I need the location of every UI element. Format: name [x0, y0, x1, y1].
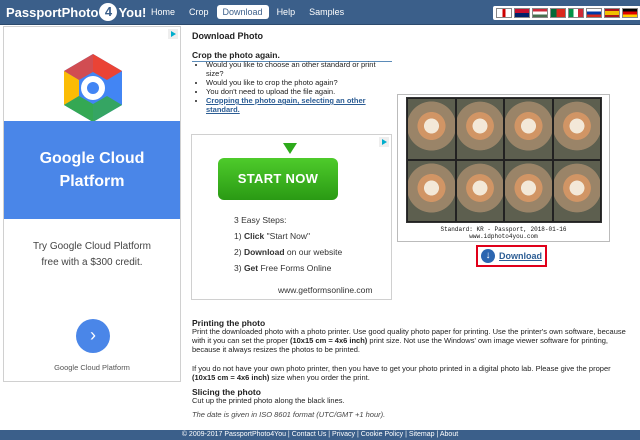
copyright: © 2009-2017 PassportPhoto4You	[181, 431, 286, 438]
flag-it-icon[interactable]	[568, 8, 584, 18]
photo-caption: Standard: KR - Passport, 2018-01-16 www.…	[398, 226, 609, 240]
list-item: Would you like to choose an other standa…	[206, 60, 381, 78]
footer-link-sitemap[interactable]: Sitemap	[409, 431, 435, 438]
flag-ru-icon[interactable]	[586, 8, 602, 18]
flag-uk-icon[interactable]	[514, 8, 530, 18]
nav-samples[interactable]: Samples	[303, 5, 350, 19]
step-3: 3) Get Free Forms Online	[234, 260, 342, 276]
ad-footer: Google Cloud Platform	[54, 363, 130, 372]
flag-pt-icon[interactable]	[550, 8, 566, 18]
list-item: Cropping the photo again, selecting an o…	[206, 96, 381, 114]
slicing-text: Cut up the printed photo along the black…	[192, 396, 345, 405]
footer-link-contact[interactable]: Contact Us	[292, 431, 327, 438]
passport-photo	[504, 98, 553, 160]
ad-headline-line1: Google Cloud	[39, 150, 145, 167]
ad-steps: 3 Easy Steps: 1) Click "Start Now" 2) Do…	[234, 212, 342, 276]
nav-home[interactable]: Home	[145, 5, 181, 19]
nav-help[interactable]: Help	[271, 5, 302, 19]
crop-again-link[interactable]: Cropping the photo again, selecting an o…	[206, 96, 366, 114]
printing-paragraph-1: Print the downloaded photo with a photo …	[192, 327, 632, 354]
arrow-down-icon	[283, 143, 297, 154]
footer-link-privacy[interactable]: Privacy	[332, 431, 355, 438]
list-item: Would you like to crop the photo again?	[206, 78, 381, 87]
passport-photo	[504, 160, 553, 222]
print-size-bold: (10x15 cm = 4x6 inch)	[289, 336, 368, 345]
photo-caption-line2: www.idphoto4you.com	[469, 233, 538, 240]
logo-text-left: PassportPhoto	[6, 4, 99, 20]
chevron-right-icon: ›	[90, 325, 96, 345]
step-num: 3)	[234, 263, 242, 273]
language-flags	[493, 6, 640, 20]
flag-es-icon[interactable]	[604, 8, 620, 18]
ad-body: Try Google Cloud Platform free with a $3…	[4, 239, 180, 271]
step-bold: Get	[243, 263, 259, 273]
passport-photo	[407, 160, 456, 222]
ad-google-cloud[interactable]: Google Cloud Platform Try Google Cloud P…	[3, 26, 181, 382]
start-now-button[interactable]: START NOW	[218, 158, 338, 200]
ad-body-line1: Try Google Cloud Platform	[32, 241, 151, 252]
download-button[interactable]: ↓ Download	[476, 245, 547, 267]
step-bold: Click	[243, 231, 265, 241]
page-title: Download Photo	[192, 31, 263, 41]
ad-body-line2: free with a $300 credit.	[41, 257, 143, 268]
passport-photo	[407, 98, 456, 160]
flag-hu-icon[interactable]	[532, 8, 548, 18]
logo-four: 4	[99, 3, 118, 21]
passport-photo	[552, 98, 601, 160]
nav-crop[interactable]: Crop	[183, 5, 215, 19]
steps-title: 3 Easy Steps:	[234, 215, 287, 225]
printing-paragraph-2: If you do not have your own photo printe…	[192, 364, 632, 382]
step-rest: on our website	[284, 247, 343, 257]
passport-photo	[552, 160, 601, 222]
flag-de-icon[interactable]	[622, 8, 638, 18]
adchoices-icon[interactable]	[168, 29, 178, 39]
site-logo[interactable]: PassportPhoto 4 You!	[6, 2, 146, 22]
text-span: size when you order the print.	[269, 373, 370, 382]
download-label: Download	[499, 251, 542, 261]
passport-photo	[455, 98, 504, 160]
footer-link-cookie[interactable]: Cookie Policy	[361, 431, 403, 438]
step-rest: Free Forms Online	[258, 263, 332, 273]
passport-photo	[455, 160, 504, 222]
step-bold: Download	[243, 247, 285, 257]
photo-caption-line1: Standard: KR - Passport, 2018-01-16	[440, 226, 567, 233]
text-span: If you do not have your own photo printe…	[192, 364, 611, 373]
photo-sheet	[406, 97, 602, 223]
step-num: 1)	[234, 231, 242, 241]
step-rest: "Start Now"	[264, 231, 310, 241]
crop-options-list: Would you like to choose an other standa…	[206, 60, 381, 114]
step-2: 2) Download on our website	[234, 244, 342, 260]
logo-text-right: You!	[118, 4, 147, 20]
ad-headline: Google Cloud Platform	[4, 121, 180, 219]
step-1: 1) Click "Start Now"	[234, 228, 342, 244]
adchoices-icon[interactable]	[379, 137, 389, 147]
nav-download[interactable]: Download	[216, 5, 269, 19]
page-footer: © 2009-2017 PassportPhoto4You | Contact …	[0, 430, 640, 440]
ad-url: www.getformsonline.com	[278, 285, 373, 295]
top-navbar: PassportPhoto 4 You! Home Crop Download He…	[0, 0, 640, 25]
main-nav: Home Crop Download Help Samples	[145, 5, 350, 19]
google-cloud-logo-icon	[64, 54, 122, 122]
list-item: You don't need to upload the file again.	[206, 87, 381, 96]
step-num: 2)	[234, 247, 242, 257]
date-note: The date is given in ISO 8601 format (UT…	[192, 410, 386, 419]
ad-headline-line2: Platform	[59, 173, 125, 190]
print-size-bold: (10x15 cm = 4x6 inch)	[192, 373, 270, 382]
download-arrow-icon: ↓	[481, 249, 495, 263]
ad-getformsonline[interactable]: START NOW 3 Easy Steps: 1) Click "Start …	[191, 134, 392, 300]
ad-go-button[interactable]: ›	[76, 319, 110, 353]
photo-preview: Standard: KR - Passport, 2018-01-16 www.…	[397, 94, 610, 242]
flag-gb-icon[interactable]	[496, 8, 512, 18]
footer-link-about[interactable]: About	[440, 431, 458, 438]
